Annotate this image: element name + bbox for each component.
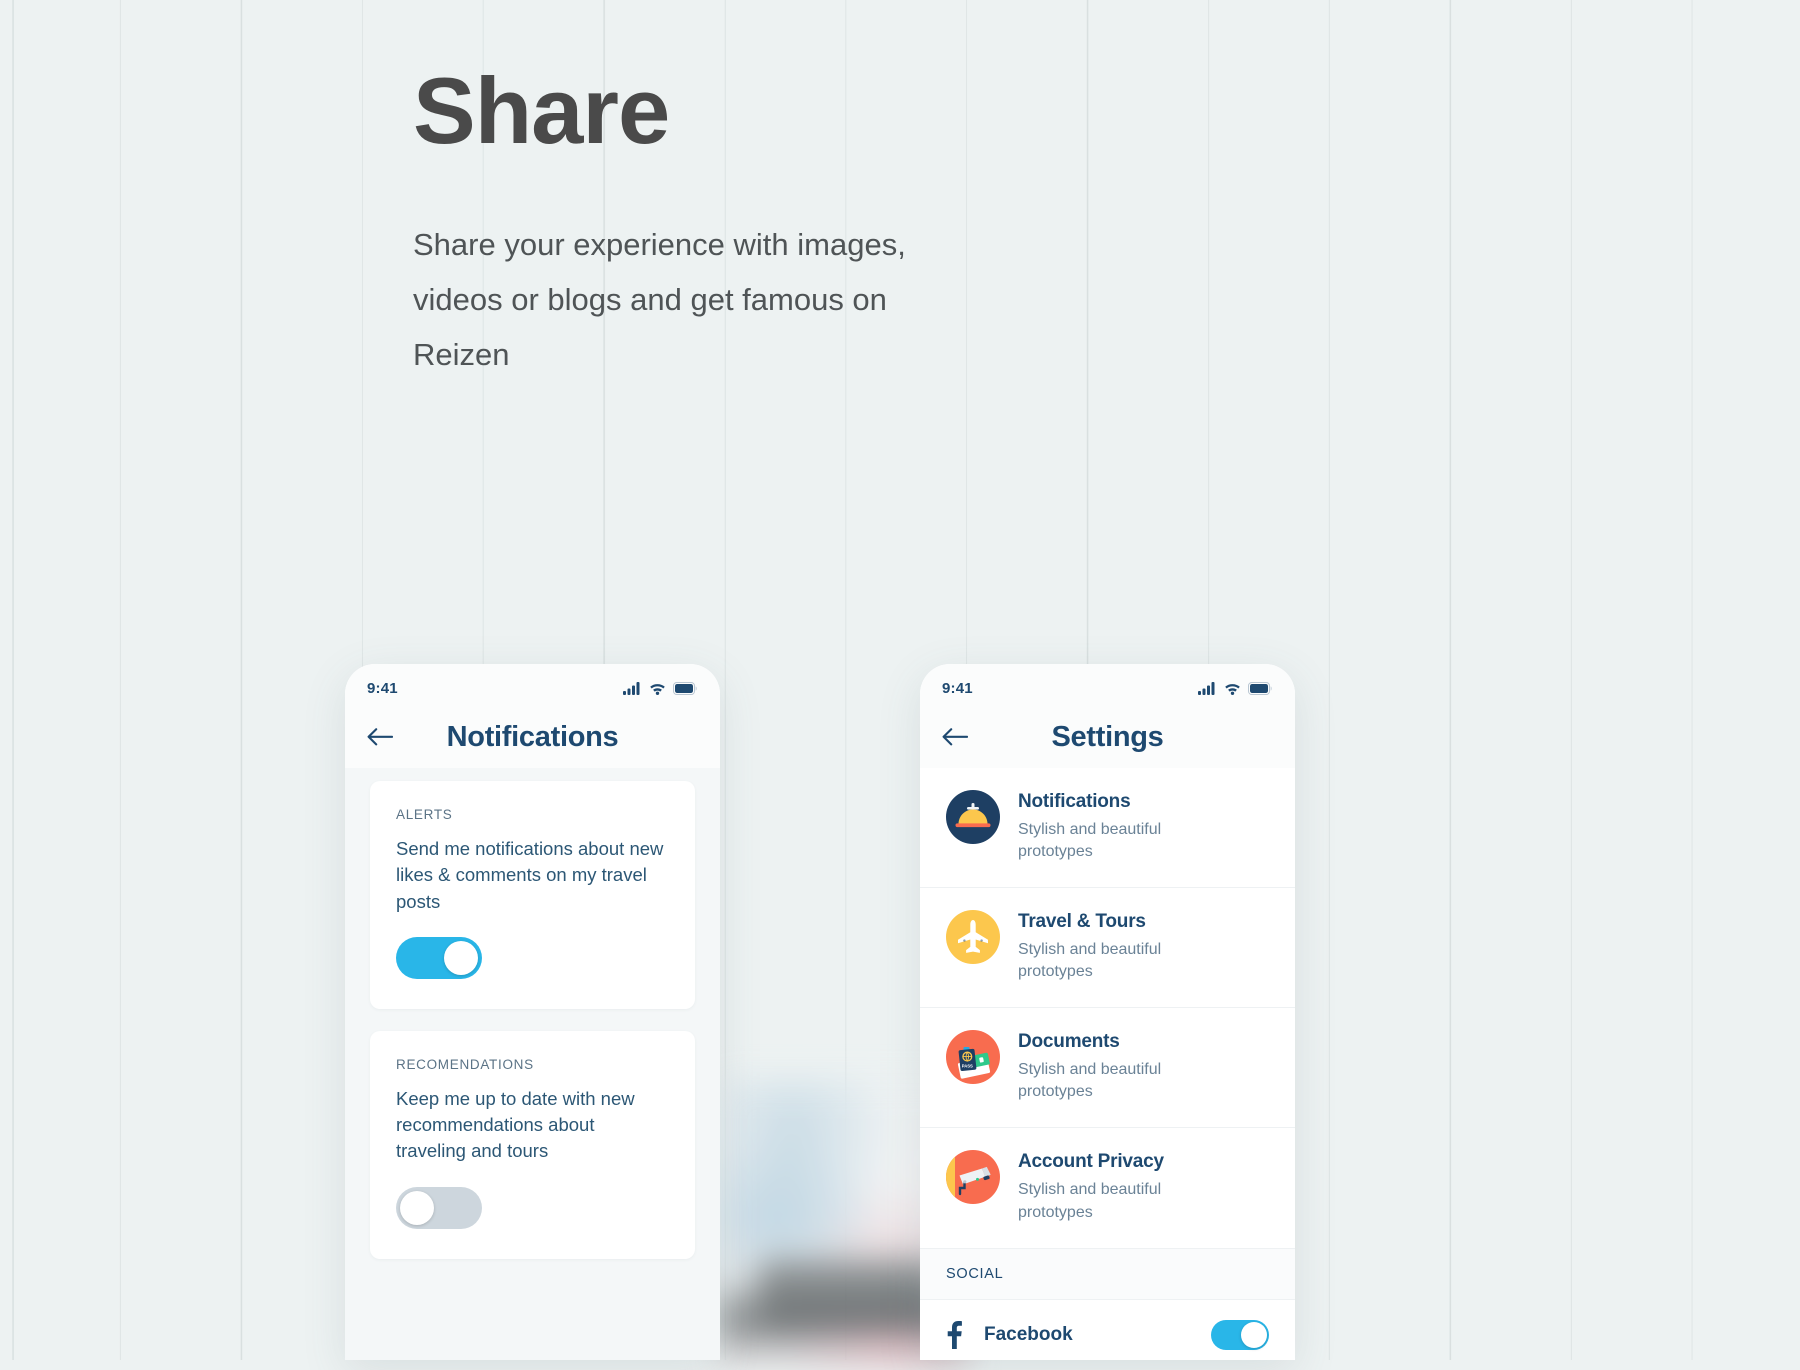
facebook-toggle[interactable]: [1211, 1319, 1269, 1350]
arrow-left-icon: [367, 728, 393, 746]
recommendations-card: RECOMENDATIONS Keep me up to date with n…: [370, 1030, 695, 1259]
settings-list: Notifications Stylish and beautiful prot…: [920, 768, 1295, 1360]
status-bar: 9:41: [920, 664, 1295, 706]
settings-item-text: Documents Stylish and beautiful prototyp…: [1018, 1030, 1178, 1103]
alerts-card: ALERTS Send me notifications about new l…: [370, 781, 695, 1009]
settings-item-documents[interactable]: PASS Documents Stylish and beautiful pro…: [920, 1008, 1295, 1129]
settings-item-title: Travel & Tours: [1018, 911, 1146, 933]
settings-item-desc: Stylish and beautiful prototypes: [1018, 1061, 1162, 1101]
battery-icon: [673, 681, 697, 695]
navigation-bar: Notifications: [345, 706, 720, 768]
social-row-facebook[interactable]: Facebook: [920, 1300, 1295, 1350]
svg-text:PASS: PASS: [962, 1064, 973, 1069]
phone-mockup-settings: 9:41 Settings Notifications Stylish and …: [920, 664, 1295, 1360]
alerts-card-kicker: ALERTS: [396, 807, 453, 822]
back-button[interactable]: [367, 728, 401, 746]
phone-mockup-notifications: 9:41 Notifications ALERTS Send me notifi…: [345, 664, 720, 1360]
page-subtitle: Share your experience with images, video…: [413, 227, 906, 373]
cellular-signal-icon: [623, 681, 640, 695]
social-row-left: Facebook: [946, 1320, 1073, 1349]
status-bar-icons: [623, 681, 698, 695]
service-bell-icon: [946, 790, 1000, 844]
facebook-icon: [947, 1320, 962, 1349]
security-camera-icon: [946, 1150, 1000, 1205]
settings-item-text: Travel & Tours Stylish and beautiful pro…: [1018, 910, 1178, 983]
wifi-icon: [1225, 683, 1240, 695]
screen-title-notifications: Notifications: [446, 720, 619, 753]
alerts-card-text: Send me notifications about new likes & …: [396, 838, 664, 912]
cellular-signal-icon: [1198, 681, 1215, 695]
settings-item-account-privacy[interactable]: Account Privacy Stylish and beautiful pr…: [920, 1128, 1295, 1249]
settings-item-title: Notifications: [1018, 791, 1131, 812]
page-title: Share: [413, 58, 670, 163]
status-bar-icons: [1198, 681, 1273, 695]
section-header-social: SOCIAL: [920, 1248, 1295, 1300]
settings-item-notifications[interactable]: Notifications Stylish and beautiful prot…: [920, 768, 1295, 889]
toggle-knob: [444, 940, 478, 975]
passport-documents-icon: PASS: [946, 1030, 1000, 1085]
battery-icon: [1248, 681, 1272, 695]
settings-item-text: Notifications Stylish and beautiful prot…: [1018, 790, 1178, 863]
settings-item-desc: Stylish and beautiful prototypes: [1018, 1181, 1162, 1221]
alerts-toggle[interactable]: [396, 936, 482, 979]
status-bar-time: 9:41: [942, 679, 973, 697]
settings-item-travel-tours[interactable]: Travel & Tours Stylish and beautiful pro…: [920, 888, 1295, 1009]
recommendations-card-text: Keep me up to date with new recommendati…: [396, 1087, 635, 1162]
settings-item-text: Account Privacy Stylish and beautiful pr…: [1018, 1150, 1178, 1223]
settings-item-title: Account Privacy: [1018, 1151, 1164, 1173]
arrow-left-icon: [942, 728, 968, 746]
settings-item-desc: Stylish and beautiful prototypes: [1018, 821, 1162, 861]
status-bar: 9:41: [345, 664, 720, 706]
status-bar-time: 9:41: [367, 679, 398, 697]
wifi-icon: [650, 683, 665, 695]
recommendations-card-kicker: RECOMENDATIONS: [396, 1056, 534, 1072]
notifications-content: ALERTS Send me notifications about new l…: [345, 768, 720, 1360]
screen-title-settings: Settings: [1051, 720, 1164, 753]
toggle-knob: [400, 1190, 434, 1225]
navigation-bar: Settings: [920, 706, 1295, 768]
settings-item-title: Documents: [1018, 1031, 1120, 1053]
toggle-knob: [1241, 1321, 1267, 1348]
recommendations-toggle[interactable]: [396, 1186, 482, 1229]
airplane-icon: [946, 910, 1000, 965]
social-row-name: Facebook: [984, 1323, 1073, 1345]
back-button[interactable]: [942, 728, 976, 746]
settings-item-desc: Stylish and beautiful prototypes: [1018, 941, 1162, 981]
